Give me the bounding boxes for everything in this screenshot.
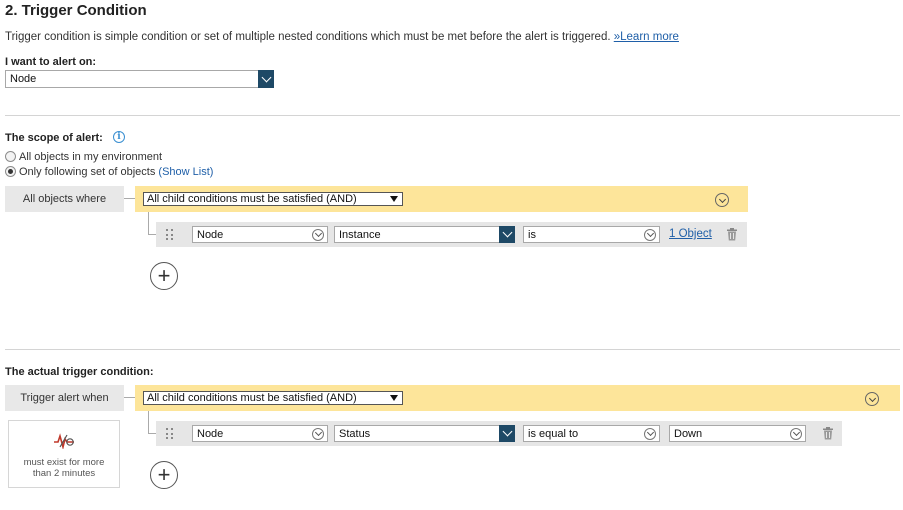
collapse-icon[interactable] — [715, 193, 729, 207]
trigger-operator-select[interactable]: is equal to — [523, 425, 660, 442]
trigger-group-label: Trigger alert when — [5, 385, 124, 411]
scope-value-link[interactable]: 1 Object — [669, 228, 712, 240]
radio-following-objects[interactable] — [5, 166, 16, 177]
info-icon[interactable]: i — [113, 131, 125, 143]
connector-line — [148, 234, 156, 235]
chevron-down-icon — [312, 427, 324, 440]
scope-object-value: Node — [197, 228, 224, 241]
show-list-link[interactable]: (Show List) — [158, 166, 213, 178]
scope-group-label: All objects where — [5, 186, 124, 212]
chevron-down-icon — [644, 427, 656, 440]
connector-line — [124, 198, 135, 199]
trigger-value-select[interactable]: Down — [669, 425, 806, 442]
trash-icon[interactable] — [726, 228, 738, 241]
trigger-group-operator-select[interactable]: All child conditions must be satisfied (… — [143, 391, 403, 405]
caret-down-icon — [390, 395, 398, 401]
description-text: Trigger condition is simple condition or… — [5, 31, 611, 43]
alert-on-value: Node — [10, 73, 37, 85]
radio-following-text: Only following set of objects — [19, 166, 156, 178]
add-condition-button[interactable]: + — [150, 461, 178, 489]
scope-field-value: Instance — [339, 228, 381, 241]
chevron-down-icon — [312, 228, 324, 241]
scope-group-operator-select[interactable]: All child conditions must be satisfied (… — [143, 192, 403, 206]
time-condition-card[interactable]: must exist for more than 2 minutes — [8, 420, 120, 488]
add-condition-button[interactable]: + — [150, 262, 178, 290]
scope-operator-select[interactable]: is — [523, 226, 660, 243]
alert-on-select[interactable]: Node — [5, 70, 274, 88]
trigger-operator-value: is equal to — [528, 427, 579, 440]
connector-line — [148, 411, 149, 433]
collapse-icon[interactable] — [865, 392, 879, 406]
alert-on-label: I want to alert on: — [5, 56, 97, 68]
radio-all-objects[interactable] — [5, 151, 16, 162]
trigger-value-value: Down — [674, 427, 703, 440]
chevron-down-icon[interactable] — [499, 425, 515, 442]
scope-field-select[interactable]: Instance — [334, 226, 515, 243]
trigger-object-value: Node — [197, 427, 224, 440]
time-condition-text: must exist for more than 2 minutes — [23, 457, 105, 479]
trash-icon[interactable] — [822, 427, 834, 440]
learn-more-link[interactable]: »Learn more — [614, 31, 679, 43]
radio-following-objects-label: Only following set of objects (Show List… — [19, 166, 213, 178]
chevron-down-icon — [644, 228, 656, 241]
scope-object-select[interactable]: Node — [192, 226, 328, 243]
connector-line — [124, 397, 135, 398]
section-description: Trigger condition is simple condition or… — [5, 31, 679, 43]
caret-down-icon — [390, 196, 398, 202]
waveform-icon — [9, 433, 119, 451]
chevron-down-icon[interactable] — [499, 226, 515, 243]
drag-handle-icon[interactable] — [166, 229, 174, 241]
scope-group-operator-value: All child conditions must be satisfied (… — [147, 193, 357, 205]
trigger-object-select[interactable]: Node — [192, 425, 328, 442]
divider — [5, 349, 900, 350]
section-title: 2. Trigger Condition — [5, 2, 147, 19]
connector-line — [148, 212, 149, 234]
connector-line — [148, 433, 156, 434]
trigger-field-value: Status — [339, 427, 371, 440]
scope-operator-value: is — [528, 228, 536, 241]
chevron-down-icon — [790, 427, 802, 440]
scope-label: The scope of alert: — [5, 132, 103, 144]
radio-all-objects-label: All objects in my environment — [19, 151, 163, 163]
drag-handle-icon[interactable] — [166, 428, 174, 440]
trigger-field-select[interactable]: Status — [334, 425, 515, 442]
divider — [5, 115, 900, 116]
trigger-label: The actual trigger condition: — [5, 366, 154, 378]
chevron-down-icon[interactable] — [258, 70, 274, 88]
trigger-group-operator-value: All child conditions must be satisfied (… — [147, 392, 357, 404]
